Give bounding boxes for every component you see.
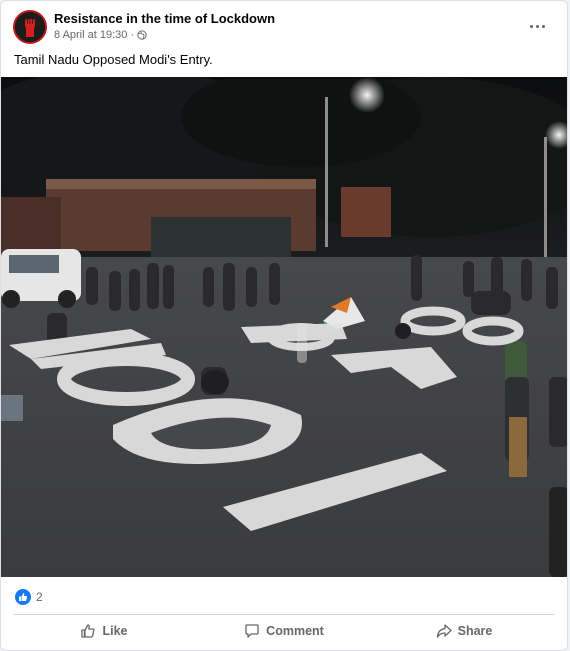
post-photo[interactable] — [1, 77, 567, 577]
street-protest-image — [1, 77, 567, 577]
share-button[interactable]: Share — [374, 616, 554, 646]
comment-button[interactable]: Comment — [194, 616, 374, 646]
reactions-summary[interactable]: 2 — [15, 589, 43, 605]
more-options-button[interactable] — [525, 16, 549, 36]
share-icon — [436, 624, 452, 638]
comment-label: Comment — [266, 624, 324, 638]
page-name-link[interactable]: Resistance in the time of Lockdown — [54, 11, 275, 26]
post-meta: 8 April at 19:30 · — [54, 29, 147, 41]
post-card: Resistance in the time of Lockdown 8 Apr… — [0, 0, 568, 651]
more-dot — [541, 24, 545, 28]
raised-fist-icon — [15, 12, 45, 42]
reaction-count: 2 — [36, 590, 43, 604]
more-dot — [529, 24, 533, 28]
thumbs-up-icon — [81, 624, 96, 638]
like-reaction-icon — [15, 589, 31, 605]
share-label: Share — [457, 624, 493, 638]
like-button[interactable]: Like — [14, 616, 194, 646]
post-caption: Tamil Nadu Opposed Modi's Entry. — [14, 52, 213, 67]
post-timestamp[interactable]: 8 April at 19:30 · — [54, 29, 134, 41]
comment-icon — [245, 624, 259, 638]
like-label: Like — [102, 624, 128, 638]
globe-icon — [137, 30, 147, 40]
post-actions-bar: Like Comment Share — [14, 616, 554, 646]
page-avatar[interactable] — [13, 10, 47, 44]
post-header: Resistance in the time of Lockdown 8 Apr… — [13, 10, 555, 46]
more-dot — [535, 24, 539, 28]
actions-divider — [14, 614, 554, 615]
